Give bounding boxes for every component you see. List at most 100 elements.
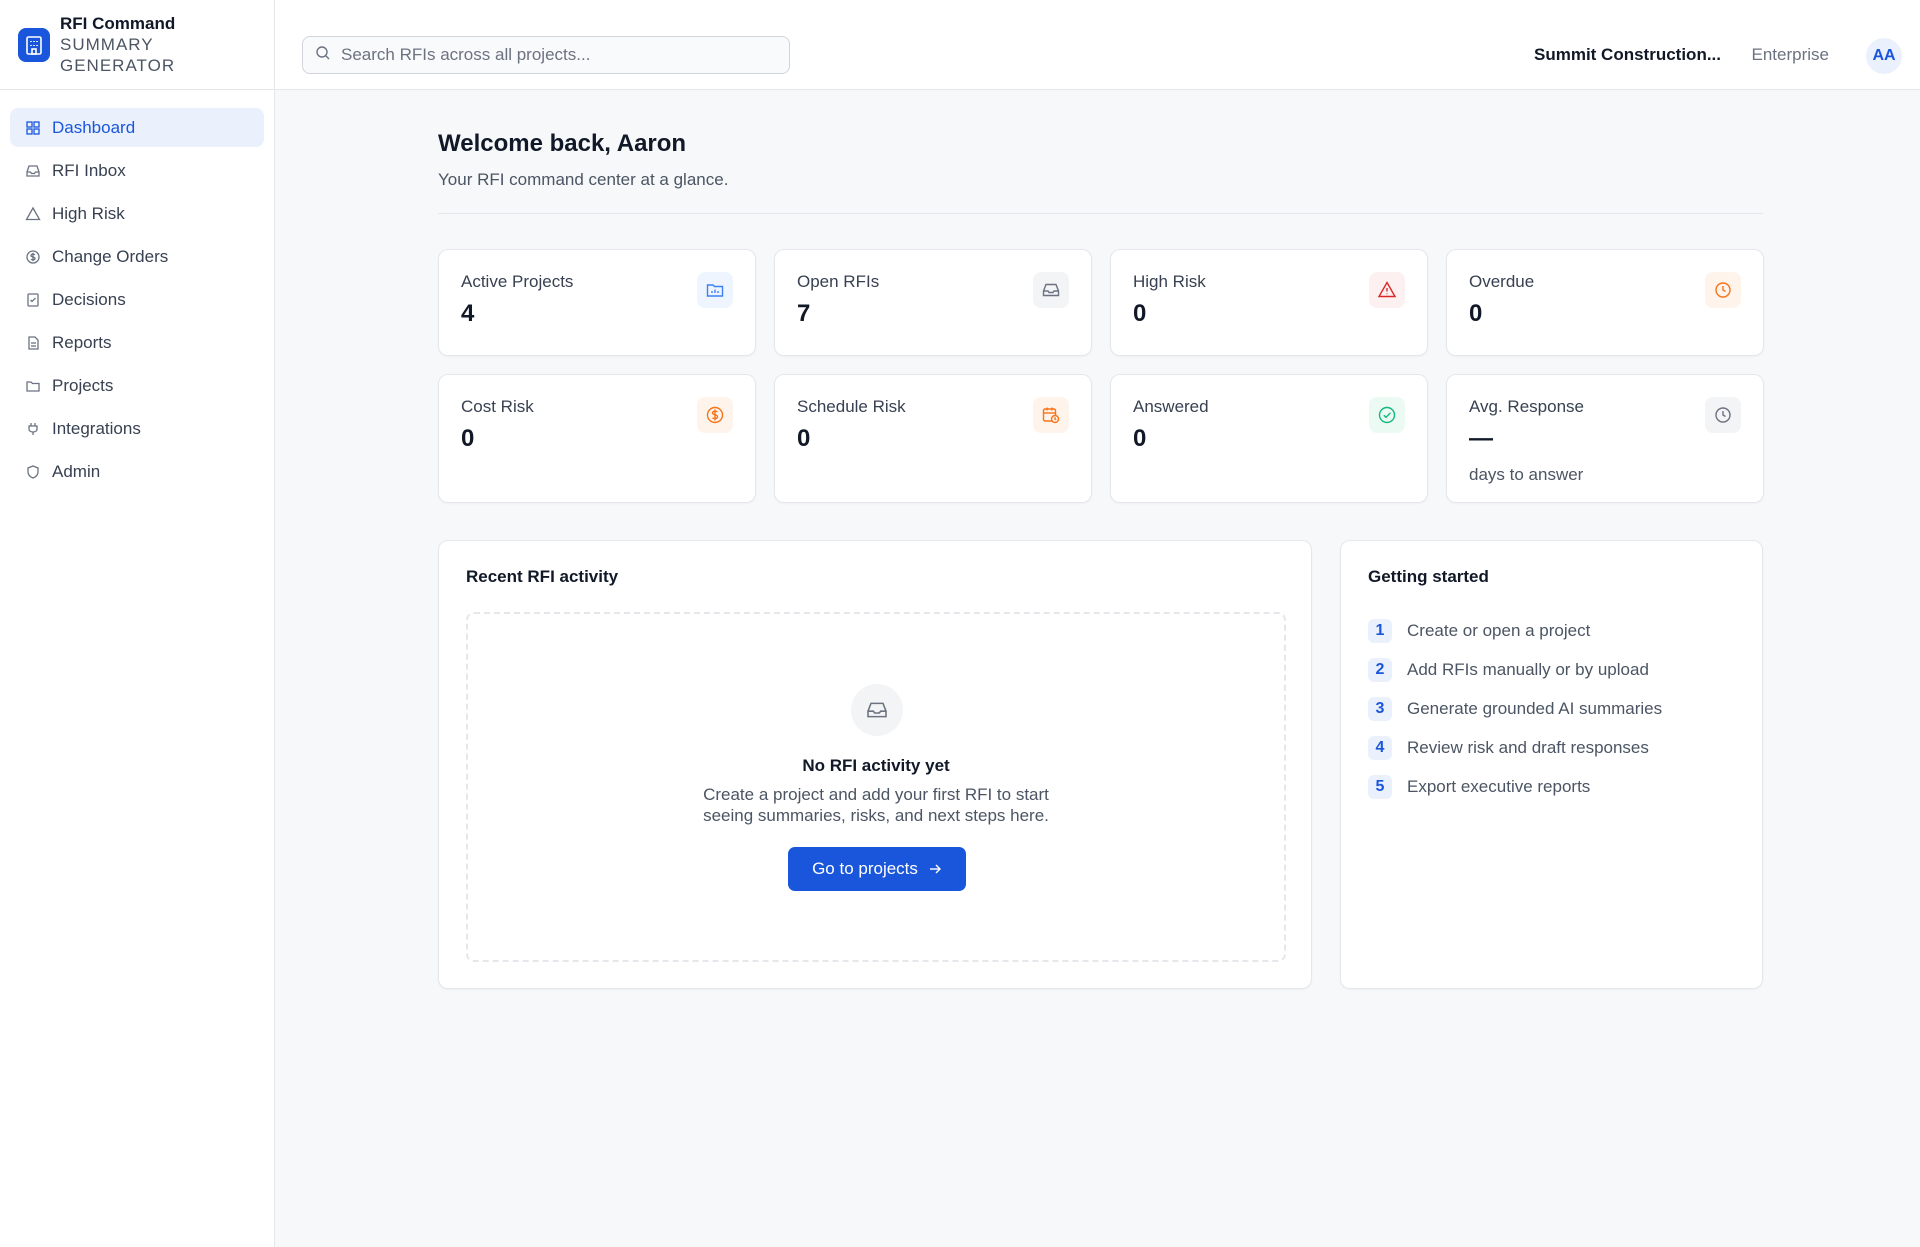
empty-state-description: Create a project and add your first RFI … — [468, 784, 1284, 826]
calendar-clock-icon — [1033, 397, 1069, 433]
sidebar-item-reports[interactable]: Reports — [10, 323, 264, 362]
stat-card-open-rfis[interactable]: Open RFIs 7 — [774, 249, 1092, 356]
app-name: RFI Command — [60, 14, 176, 33]
clock-icon — [1705, 397, 1741, 433]
panel-title: Recent RFI activity — [466, 567, 619, 586]
stats-row: Cost Risk 0 Schedule Risk 0 Answered 0 A… — [438, 374, 1764, 503]
sidebar-item-label: Dashboard — [52, 117, 136, 137]
warning-triangle-icon — [24, 205, 42, 223]
org-switcher[interactable]: Summit Construction... — [1534, 45, 1721, 65]
warning-triangle-icon — [1369, 272, 1405, 308]
panel-title: Getting started — [1368, 567, 1489, 586]
empty-state-description-line: Create a project and add your first RFI … — [703, 785, 1049, 804]
step-text: Review risk and draft responses — [1407, 737, 1649, 757]
sidebar-item-label: Integrations — [52, 418, 141, 438]
page-subtitle: Your RFI command center at a glance. — [438, 170, 729, 189]
user-avatar[interactable]: AA — [1866, 38, 1902, 74]
stat-card-avg-response[interactable]: Avg. Response — days to answer — [1446, 374, 1764, 503]
sidebar-item-label: Reports — [52, 332, 112, 352]
sidebar-item-label: RFI Inbox — [52, 160, 126, 180]
sidebar-item-rfi-inbox[interactable]: RFI Inbox — [10, 151, 264, 190]
panels-row: Recent RFI activity No RFI activity yet … — [438, 540, 1763, 989]
plug-icon — [24, 420, 42, 438]
step-number: 2 — [1368, 657, 1392, 682]
stat-value: 0 — [1133, 425, 1147, 452]
stat-value: 4 — [461, 300, 475, 327]
step-item: 3 Generate grounded AI summaries — [1368, 689, 1662, 728]
sidebar-item-label: Decisions — [52, 289, 126, 309]
inbox-icon — [851, 684, 903, 736]
stat-label: Cost Risk — [461, 397, 534, 416]
document-icon — [24, 334, 42, 352]
sidebar: RFI Command SUMMARY GENERATOR Dashboard … — [0, 0, 275, 1247]
building-logo-icon — [18, 27, 50, 62]
stat-value: 0 — [461, 425, 475, 452]
dollar-circle-icon — [24, 248, 42, 266]
search-icon — [315, 45, 331, 66]
stat-card-cost-risk[interactable]: Cost Risk 0 — [438, 374, 756, 503]
stat-card-active-projects[interactable]: Active Projects 4 — [438, 249, 756, 356]
page-title: Welcome back, Aaron — [438, 130, 687, 157]
step-item: 5 Export executive reports — [1368, 767, 1662, 806]
stat-label: Avg. Response — [1469, 397, 1584, 416]
divider — [438, 213, 1763, 214]
steps-list: 1 Create or open a project 2 Add RFIs ma… — [1368, 611, 1662, 806]
go-to-projects-button[interactable]: Go to projects — [788, 847, 966, 891]
stat-value: 0 — [797, 425, 811, 452]
main-content: Welcome back, Aaron Your RFI command cen… — [438, 90, 1764, 989]
app-subtitle-line2: GENERATOR — [60, 56, 176, 75]
sidebar-item-dashboard[interactable]: Dashboard — [10, 108, 264, 147]
stats-row: Active Projects 4 Open RFIs 7 High Risk … — [438, 249, 1764, 356]
inbox-icon — [24, 162, 42, 180]
sidebar-item-label: High Risk — [52, 203, 125, 223]
button-label: Go to projects — [812, 859, 918, 878]
folder-icon — [24, 377, 42, 395]
step-text: Add RFIs manually or by upload — [1407, 659, 1649, 679]
step-text: Generate grounded AI summaries — [1407, 698, 1663, 718]
stat-card-overdue[interactable]: Overdue 0 — [1446, 249, 1764, 356]
inbox-icon — [1033, 272, 1069, 308]
step-number: 1 — [1368, 618, 1392, 643]
stat-label: High Risk — [1133, 272, 1206, 291]
stat-value: 7 — [797, 300, 811, 327]
sidebar-item-change-orders[interactable]: Change Orders — [10, 237, 264, 276]
stat-value: 0 — [1469, 300, 1483, 327]
clock-icon — [1705, 272, 1741, 308]
stat-label: Overdue — [1469, 272, 1535, 291]
brand[interactable]: RFI Command SUMMARY GENERATOR — [0, 0, 274, 90]
sidebar-nav: Dashboard RFI Inbox High Risk Change Ord… — [0, 90, 274, 491]
grid-icon — [24, 119, 42, 137]
app-subtitle-line1: SUMMARY — [60, 35, 154, 54]
stat-label: Active Projects — [461, 272, 574, 291]
sidebar-item-decisions[interactable]: Decisions — [10, 280, 264, 319]
step-number: 5 — [1368, 774, 1392, 799]
shield-icon — [24, 463, 42, 481]
stat-value: 0 — [1133, 300, 1147, 327]
sidebar-item-label: Admin — [52, 461, 101, 481]
stat-label: Schedule Risk — [797, 397, 906, 416]
step-text: Export executive reports — [1407, 776, 1591, 796]
step-number: 3 — [1368, 696, 1392, 721]
stat-card-high-risk[interactable]: High Risk 0 — [1110, 249, 1428, 356]
checklist-icon — [24, 291, 42, 309]
stat-note: days to answer — [1469, 465, 1584, 484]
dollar-circle-icon — [697, 397, 733, 433]
stat-card-answered[interactable]: Answered 0 — [1110, 374, 1428, 503]
stat-card-schedule-risk[interactable]: Schedule Risk 0 — [774, 374, 1092, 503]
folder-chart-icon — [697, 272, 733, 308]
search-box[interactable] — [302, 36, 790, 74]
sidebar-item-label: Projects — [52, 375, 114, 395]
step-item: 1 Create or open a project — [1368, 611, 1662, 650]
stat-value: — — [1469, 425, 1493, 452]
top-header: Summit Construction... Enterprise AA — [275, 0, 1920, 90]
sidebar-item-integrations[interactable]: Integrations — [10, 409, 264, 448]
sidebar-item-label: Change Orders — [52, 246, 169, 266]
check-circle-icon — [1369, 397, 1405, 433]
stat-label: Answered — [1133, 397, 1209, 416]
search-input[interactable] — [341, 45, 781, 65]
sidebar-item-admin[interactable]: Admin — [10, 452, 264, 491]
arrow-right-icon — [929, 864, 941, 874]
sidebar-item-projects[interactable]: Projects — [10, 366, 264, 405]
sidebar-item-high-risk[interactable]: High Risk — [10, 194, 264, 233]
empty-state-description-line: seeing summaries, risks, and next steps … — [703, 806, 1049, 825]
